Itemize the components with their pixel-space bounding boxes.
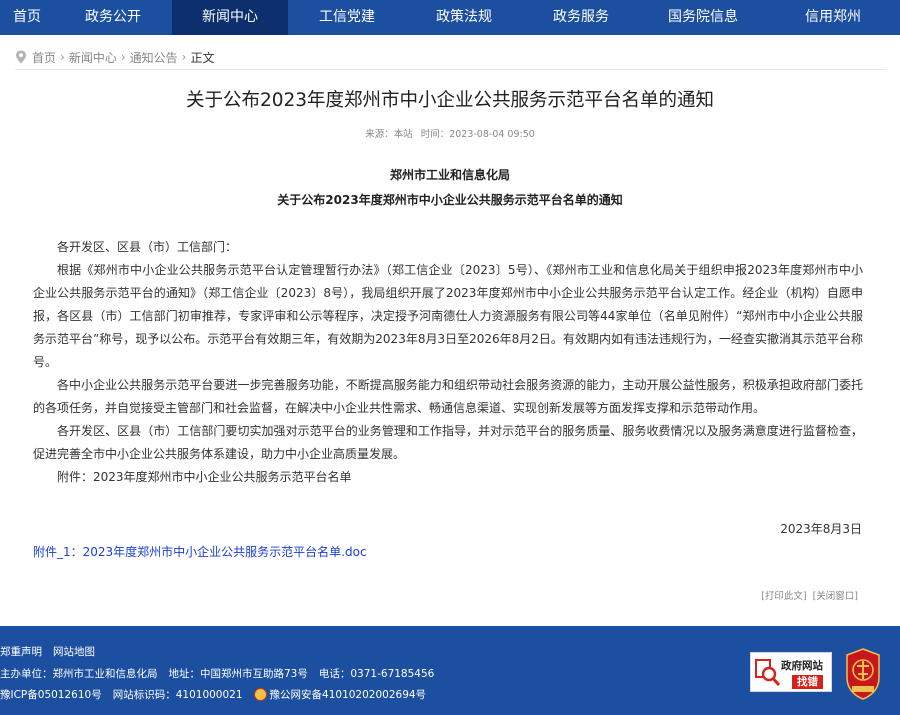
police-badge-icon (253, 688, 267, 701)
error-report-label: 政府网站 (781, 660, 823, 672)
nav-item-gov-services[interactable]: 政务服务 (522, 0, 640, 35)
article-body: 各开发区、区县（市）工信部门： 根据《郑州市中小企业公共服务示范平台认定管理暂行… (33, 236, 863, 489)
breadcrumb-news-center[interactable]: 新闻中心 (69, 49, 117, 66)
breadcrumb: 首页 › 新闻中心 › 通知公告 › 正文 (15, 47, 215, 67)
article-time: 时间：2023-08-04 09:50 (420, 129, 535, 140)
paragraph-salutation: 各开发区、区县（市）工信部门： (57, 240, 238, 254)
nav-item-news-center[interactable]: 新闻中心 (172, 0, 288, 35)
article-actions: [打印此文] [关闭窗口] (755, 588, 858, 602)
breadcrumb-separator: › (120, 50, 126, 64)
signature-date: 2023年8月3日 (780, 522, 862, 536)
article-source: 来源：本站 (365, 129, 413, 140)
site-code-text: 网站标识码：4101000021 (112, 689, 243, 701)
paragraph-attachment-note: 附件：2023年度郑州市中小企业公共服务示范平台名单 (57, 470, 352, 484)
gov-site-error-report-button[interactable]: 政府网站 找错 (750, 652, 832, 692)
nav-item-party-building[interactable]: 工信党建 (288, 0, 406, 35)
document-issuer: 郑州市工业和信息化局 (389, 168, 510, 182)
party-org-badge-icon[interactable] (844, 648, 882, 700)
disclaimer-link[interactable]: 郑重声明 (0, 644, 42, 659)
attachment-link[interactable]: 附件_1：2023年度郑州市中小企业公共服务示范平台名单.doc (33, 543, 367, 560)
nav-item-home[interactable]: 首页 (0, 0, 54, 35)
footer: 郑重声明 网站地图 主办单位：郑州市工业和信息化局 地址：中国郑州市互助路73号… (0, 626, 900, 715)
paragraph: 各开发区、区县（市）工信部门要切实加强对示范平台的业务管理和工作指导，并对示范平… (33, 424, 863, 461)
paragraph: 各中小企业公共服务示范平台要进一步完善服务功能，不断提高服务能力和组织带动社会服… (33, 378, 863, 415)
nav-item-gov-affairs-open[interactable]: 政务公开 (54, 0, 172, 35)
paragraph: 根据《郑州市中小企业公共服务示范平台认定管理暂行办法》（郑工信企业〔2023〕5… (33, 263, 863, 369)
top-nav: 首页 政务公开 新闻中心 工信党建 政策法规 政务服务 国务院信息 信用郑州 (0, 0, 900, 35)
footer-contact: 主办单位：郑州市工业和信息化局 地址：中国郑州市互助路73号 电话：0371-6… (0, 666, 434, 681)
article-meta: 来源：本站 时间：2023-08-04 09:50 (0, 126, 900, 140)
breadcrumb-home[interactable]: 首页 (32, 49, 56, 66)
phone-text: 电话：0371-67185456 (318, 668, 435, 680)
print-button[interactable]: [打印此文] (761, 591, 806, 602)
close-window-button[interactable]: [关闭窗口] (813, 591, 858, 602)
footer-links: 郑重声明 网站地图 (0, 644, 95, 659)
icp-link[interactable]: 豫ICP备05012610号 (0, 687, 102, 702)
nav-item-state-council[interactable]: 国务院信息 (640, 0, 766, 35)
nav-item-credit-zhengzhou[interactable]: 信用郑州 (766, 0, 900, 35)
breadcrumb-current: 正文 (190, 50, 215, 65)
sponsor-text: 主办单位：郑州市工业和信息化局 (0, 668, 158, 680)
document-title: 关于公布2023年度郑州市中小企业公共服务示范平台名单的通知 (277, 193, 623, 207)
error-report-badge: 找错 (792, 675, 823, 689)
nav-item-policies[interactable]: 政策法规 (406, 0, 522, 35)
footer-records: 豫ICP备05012610号 网站标识码：4101000021 豫公网安备410… (0, 687, 426, 702)
divider (15, 69, 885, 70)
breadcrumb-separator: › (60, 50, 65, 64)
location-pin-icon (16, 50, 26, 64)
breadcrumb-separator: › (181, 50, 187, 64)
page-title: 关于公布2023年度郑州市中小企业公共服务示范平台名单的通知 (185, 90, 715, 111)
police-record-link[interactable]: 豫公网安备41010202002694号 (270, 687, 427, 702)
breadcrumb-notices[interactable]: 通知公告 (130, 49, 178, 66)
sitemap-link[interactable]: 网站地图 (53, 644, 95, 659)
magnifier-icon (755, 659, 781, 687)
address-text: 地址：中国郑州市互助路73号 (168, 668, 308, 680)
